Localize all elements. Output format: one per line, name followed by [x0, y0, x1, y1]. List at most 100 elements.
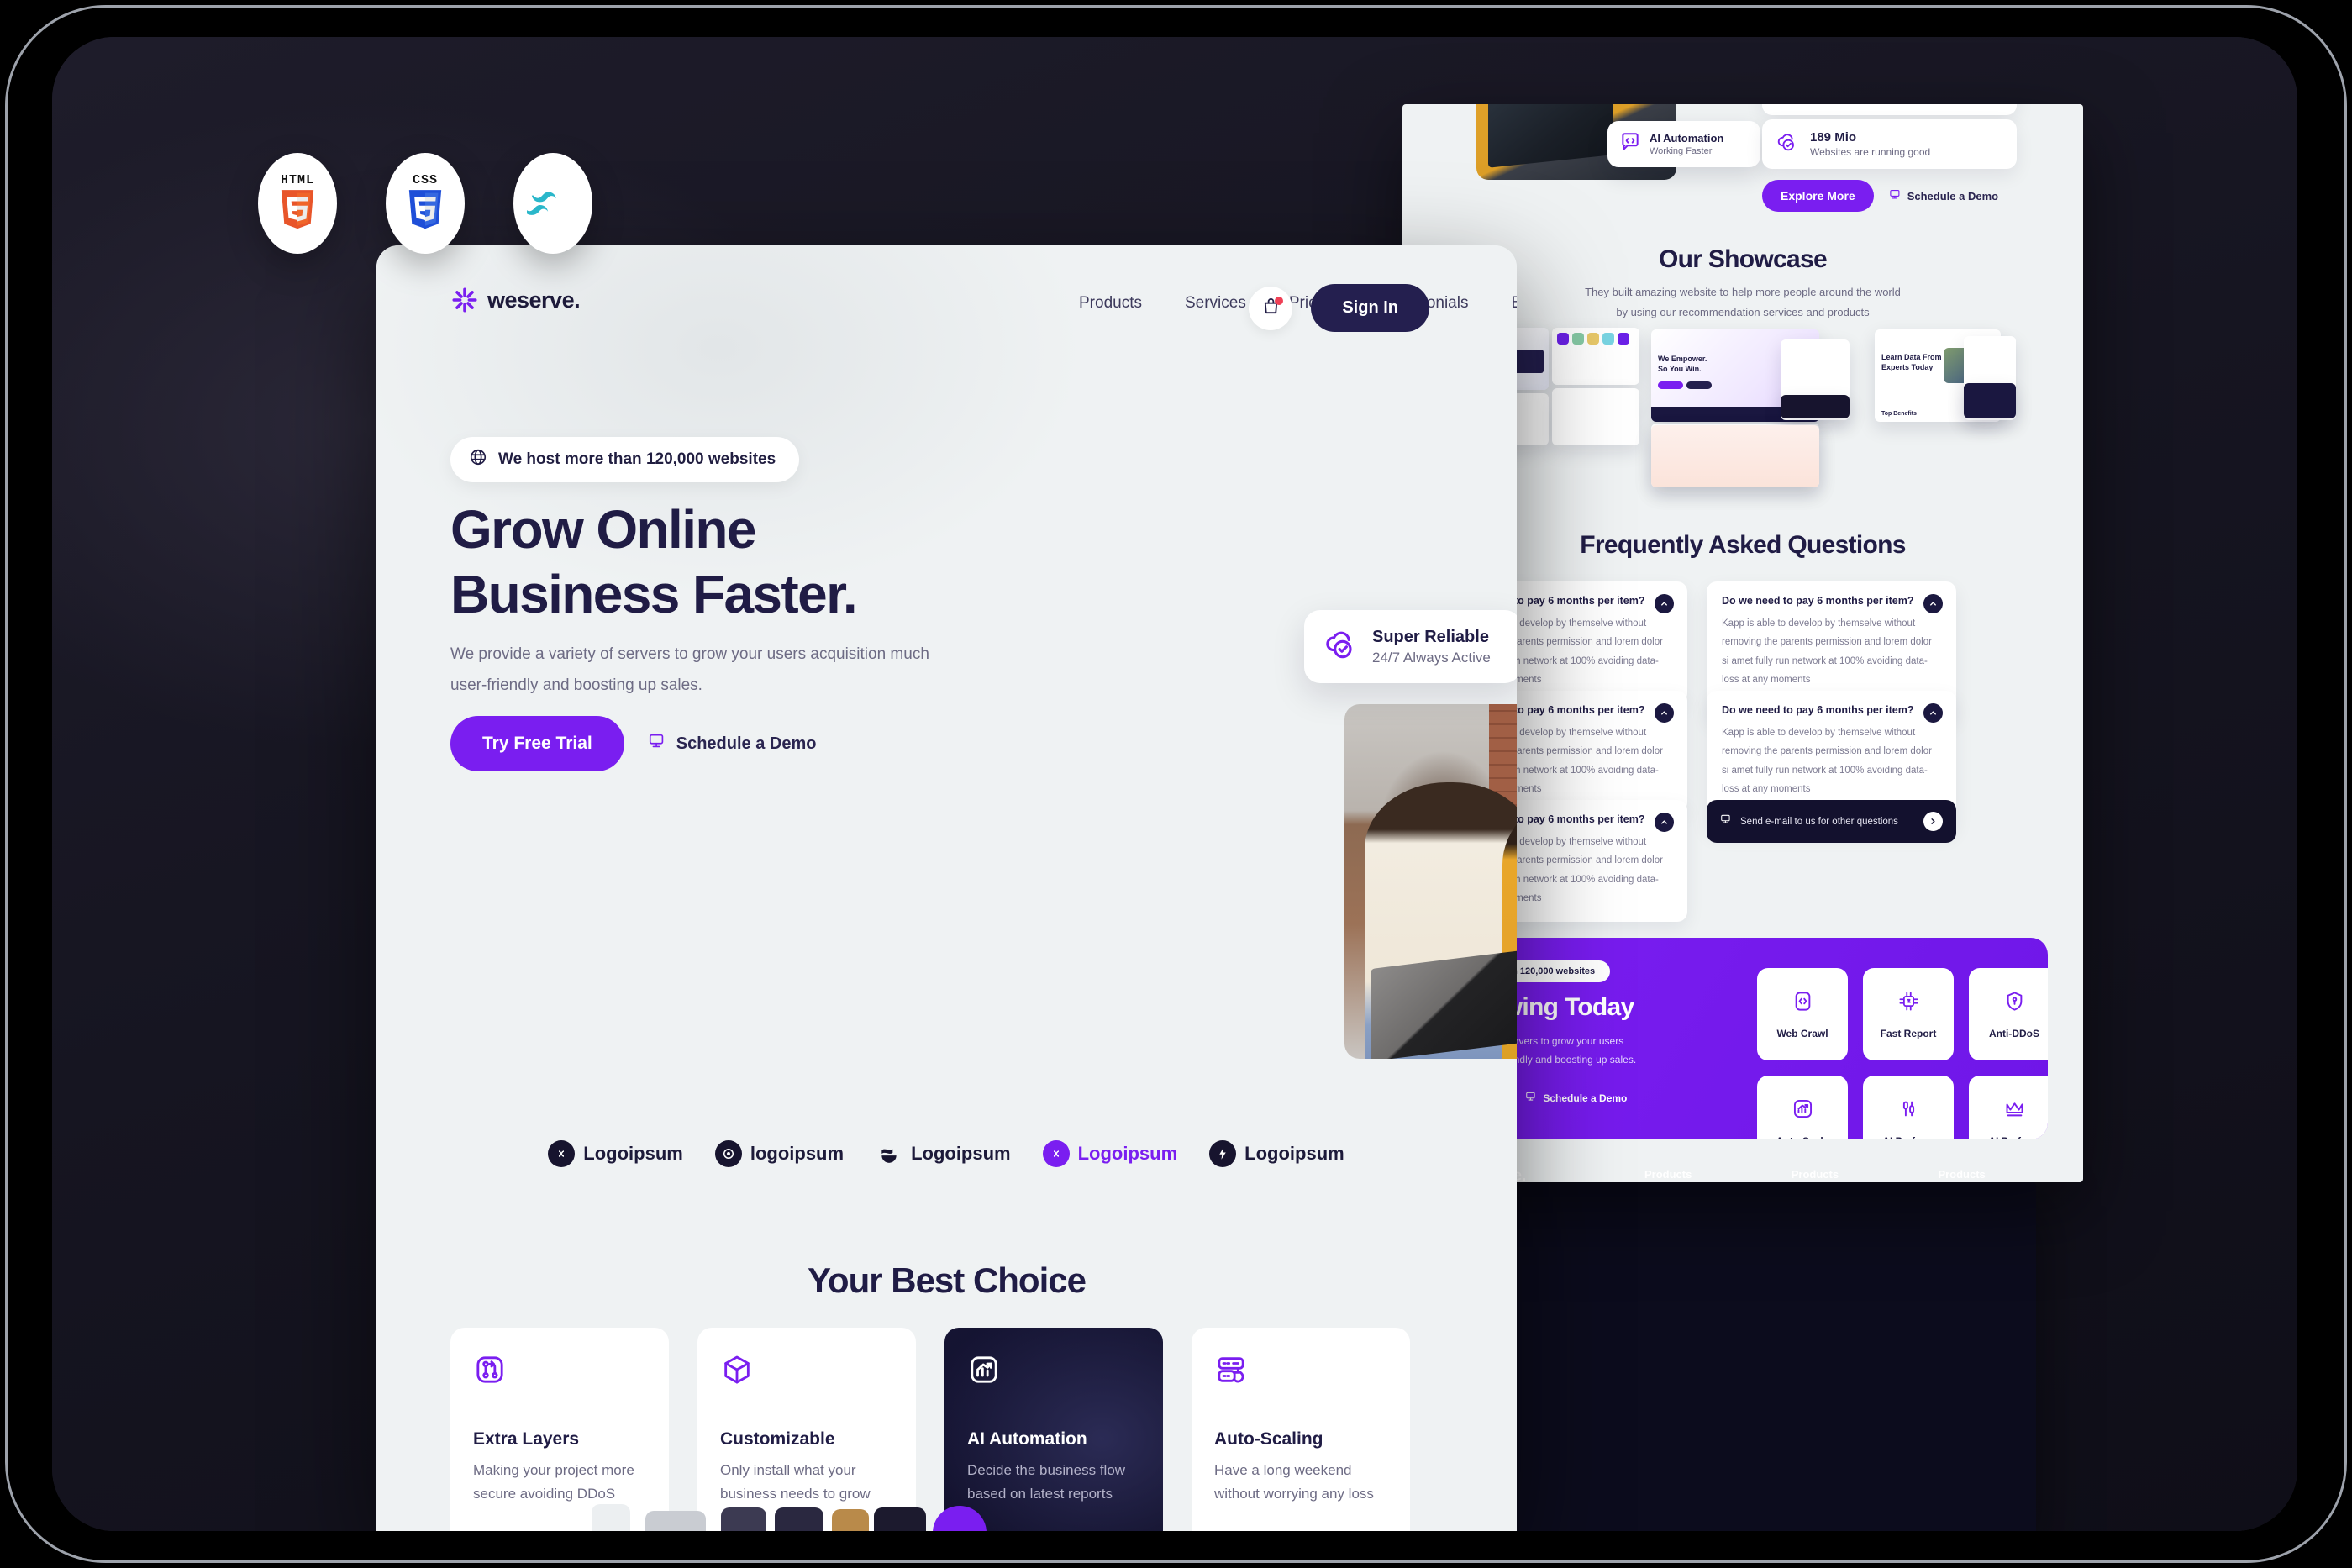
- schedule-demo-link[interactable]: Schedule a Demo: [648, 732, 817, 755]
- client-logo-text: Logoipsum: [911, 1143, 1011, 1164]
- client-logo[interactable]: logoipsum: [714, 1140, 845, 1167]
- feature-card-learn-more[interactable]: Learn More: [1214, 1529, 1292, 1531]
- monitor-icon: [648, 732, 666, 755]
- front-browser-panel: weserve. Products Services Pricing Testi…: [376, 245, 1517, 1531]
- chevron-up-icon[interactable]: [1655, 813, 1674, 832]
- feature-card-title: AI Automation: [967, 1429, 1087, 1449]
- showcase-shot[interactable]: [1651, 425, 1819, 487]
- back-footer: weserve. Start to inspire business today…: [1438, 1166, 2048, 1182]
- client-logo[interactable]: Logoipsum: [548, 1140, 683, 1167]
- cta-tile-auto-scale[interactable]: Auto-Scale: [1757, 1076, 1848, 1139]
- faq-email-cta[interactable]: Send e-mail to us for other questions: [1707, 800, 1956, 843]
- chevron-up-icon[interactable]: [1923, 703, 1943, 723]
- nav-link-products[interactable]: Products: [1079, 294, 1142, 313]
- back-ai-automation-card: AI Automation Working Faster: [1607, 121, 1760, 167]
- showcase-shot[interactable]: [1552, 388, 1639, 445]
- monitor-icon: [1525, 1091, 1537, 1105]
- cta-tile-anti-ddos[interactable]: Anti-DDoS: [1969, 968, 2048, 1060]
- faq-email-cta-label: Send e-mail to us for other questions: [1740, 816, 1898, 827]
- device-frame: AI Automation Working Faster 450,392 All…: [0, 0, 2352, 1568]
- hero-title-line-1: Grow Online: [450, 499, 756, 560]
- chevron-up-icon[interactable]: [1655, 703, 1674, 723]
- tailwind-logo-icon: [527, 192, 556, 215]
- chip-icon: [1897, 990, 1920, 1017]
- showcase-shot[interactable]: [1552, 328, 1639, 385]
- crown-icon: [2003, 1097, 2026, 1124]
- hero-title-line-2: Business Faster.: [450, 563, 858, 624]
- feature-card-title: Customizable: [720, 1429, 835, 1449]
- cta-tile-label: AI Perform: [1988, 1135, 2039, 1140]
- cart-button[interactable]: [1249, 286, 1293, 330]
- logoipsum-mark-icon: [1209, 1140, 1237, 1167]
- schedule-demo-label: Schedule a Demo: [676, 734, 817, 753]
- cta-tile-ai-perform-1[interactable]: AI Perform: [1863, 1076, 1954, 1139]
- nav-link-blog[interactable]: Blog: [1511, 294, 1517, 313]
- back-stat-websites-label: Websites are running good: [1810, 146, 1931, 158]
- tech-badge-tailwind: [513, 153, 592, 254]
- back-hero-actions: Explore More Schedule a Demo: [1762, 180, 1998, 212]
- hero-title: Grow Online Business Faster.: [450, 497, 988, 627]
- cta-tile-label: Fast Report: [1880, 1027, 1937, 1039]
- client-logo[interactable]: Logoipsum: [1042, 1140, 1178, 1167]
- hero-card-super-reliable: Super Reliable 24/7 Always Active: [1304, 610, 1517, 683]
- cta-tile-web-crawl[interactable]: Web Crawl: [1757, 968, 1848, 1060]
- chevron-up-icon[interactable]: [1655, 594, 1674, 613]
- navbar-actions: Sign In: [1249, 284, 1429, 332]
- hero-badge-text: We host more than 120,000 websites: [498, 450, 776, 468]
- faq-answer: Kapp is able to develop by themselve wit…: [1722, 618, 1932, 686]
- faq-question: Do we need to pay 6 months per item?: [1722, 595, 1914, 607]
- back-cta-schedule-demo-link[interactable]: Schedule a Demo: [1525, 1091, 1627, 1105]
- client-logo-text: Logoipsum: [583, 1143, 683, 1164]
- ecosystem-decoration: [519, 1477, 990, 1531]
- site-logo[interactable]: weserve.: [450, 286, 581, 314]
- sign-in-button[interactable]: Sign In: [1311, 284, 1429, 332]
- chart-up-icon: [967, 1356, 1001, 1390]
- back-cta-demo-label: Schedule a Demo: [1543, 1092, 1628, 1104]
- sliders-icon: [1897, 1097, 1920, 1124]
- code-icon: [1792, 990, 1814, 1017]
- footer-column-heading: Products: [1644, 1168, 1692, 1181]
- back-showcase-gallery: We Empower.So You Win. Feel Our Power Le…: [1451, 328, 2039, 487]
- feature-card-auto-scaling[interactable]: Auto-Scaling Have a long weekend without…: [1192, 1328, 1410, 1531]
- try-free-trial-button[interactable]: Try Free Trial: [450, 716, 624, 771]
- back-explore-more-button[interactable]: Explore More: [1762, 180, 1874, 212]
- client-logo-text: Logoipsum: [1244, 1143, 1344, 1164]
- tech-badge-css3-label: CSS: [412, 173, 438, 187]
- feature-card-desc: Have a long weekend without worrying any…: [1214, 1462, 1374, 1502]
- cta-tile-label: AI Perform: [1882, 1135, 1934, 1140]
- hero-card-reliable-title: Super Reliable: [1372, 627, 1489, 646]
- tech-badge-html5-label: HTML: [280, 173, 314, 187]
- logoipsum-mark-icon: [1042, 1140, 1070, 1167]
- chart-up-icon: [1792, 1097, 1814, 1124]
- client-logo-strip: Logoipsum logoipsum Logoipsum Logoipsum …: [450, 1140, 1442, 1167]
- faq-question: Do we need to pay 6 months per item?: [1722, 704, 1914, 716]
- showcase-shot[interactable]: [1964, 383, 2016, 418]
- footer-column: Products Powerfull Reports Blockchain Au…: [1792, 1168, 1871, 1182]
- showcase-shot[interactable]: [1781, 395, 1850, 418]
- back-stat-servers: 450,392 All servers available: [1762, 104, 2017, 115]
- footer-column: Products Powerfull Reports Blockchain Au…: [1644, 1168, 1724, 1182]
- weserve-logo-icon: [450, 286, 479, 314]
- back-stat-websites: 189 Mio Websites are running good: [1762, 119, 2017, 169]
- back-schedule-demo-label: Schedule a Demo: [1907, 189, 1999, 203]
- client-logo-text: Logoipsum: [1077, 1143, 1178, 1164]
- client-logo-text: logoipsum: [750, 1143, 845, 1164]
- back-ai-card-title: AI Automation: [1650, 132, 1724, 145]
- hero-actions: Try Free Trial Schedule a Demo: [450, 716, 816, 771]
- hero-card-reliable-subtitle: 24/7 Always Active: [1372, 649, 1491, 666]
- shield-lock-icon: [2003, 990, 2026, 1017]
- back-schedule-demo-link[interactable]: Schedule a Demo: [1889, 188, 1998, 203]
- footer-column-heading: Products: [1791, 1168, 1839, 1181]
- client-logo[interactable]: Logoipsum: [876, 1140, 1011, 1167]
- cta-tile-fast-report[interactable]: Fast Report: [1863, 968, 1954, 1060]
- client-logo[interactable]: Logoipsum: [1209, 1140, 1344, 1167]
- nav-link-services[interactable]: Services: [1185, 294, 1246, 313]
- cta-tile-ai-perform-2[interactable]: AI Perform: [1969, 1076, 2048, 1139]
- cta-tile-label: Anti-DDoS: [1989, 1027, 2039, 1039]
- cube-icon: [720, 1355, 754, 1390]
- server-sync-icon: [1214, 1357, 1248, 1390]
- footer-column-heading: Products: [1938, 1168, 1986, 1181]
- chevron-right-icon[interactable]: [1923, 812, 1943, 831]
- site-logo-text: weserve.: [487, 287, 581, 313]
- chevron-up-icon[interactable]: [1923, 594, 1943, 613]
